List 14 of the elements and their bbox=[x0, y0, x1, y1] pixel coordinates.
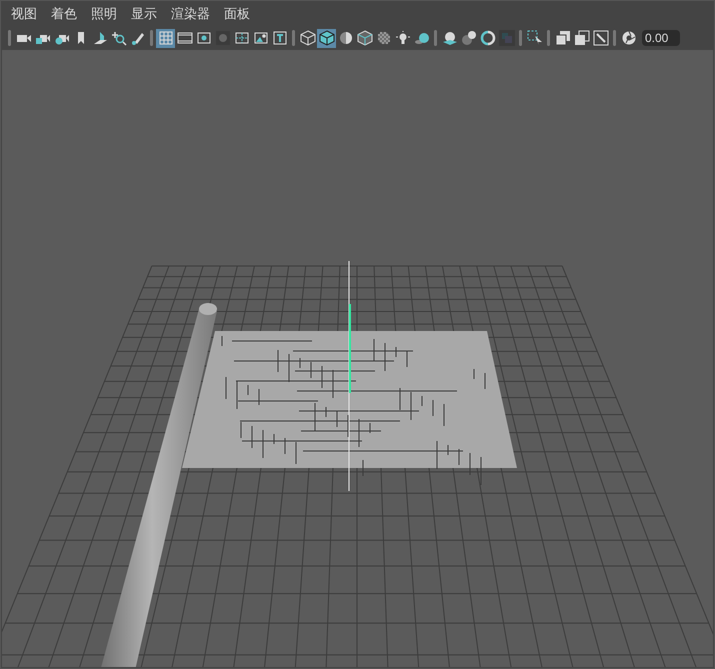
menu-item[interactable]: 显示 bbox=[125, 2, 163, 26]
menu-item[interactable]: 照明 bbox=[85, 2, 123, 26]
ring-icon[interactable] bbox=[478, 28, 497, 48]
viewport[interactable] bbox=[1, 49, 714, 668]
menu-item[interactable]: 视图 bbox=[5, 2, 43, 26]
exposure-field[interactable]: 0.00 bbox=[642, 30, 680, 46]
menu-item[interactable]: 渲染器 bbox=[165, 2, 216, 26]
wire-cube-icon[interactable] bbox=[298, 28, 317, 48]
spheres-icon[interactable] bbox=[459, 28, 478, 48]
grid-icon[interactable] bbox=[156, 28, 175, 48]
menu-item[interactable]: 着色 bbox=[45, 2, 83, 26]
shaded-cube-icon[interactable] bbox=[317, 28, 336, 48]
menu-item[interactable]: 面板 bbox=[218, 2, 256, 26]
wire-shaded-icon[interactable] bbox=[355, 28, 374, 48]
